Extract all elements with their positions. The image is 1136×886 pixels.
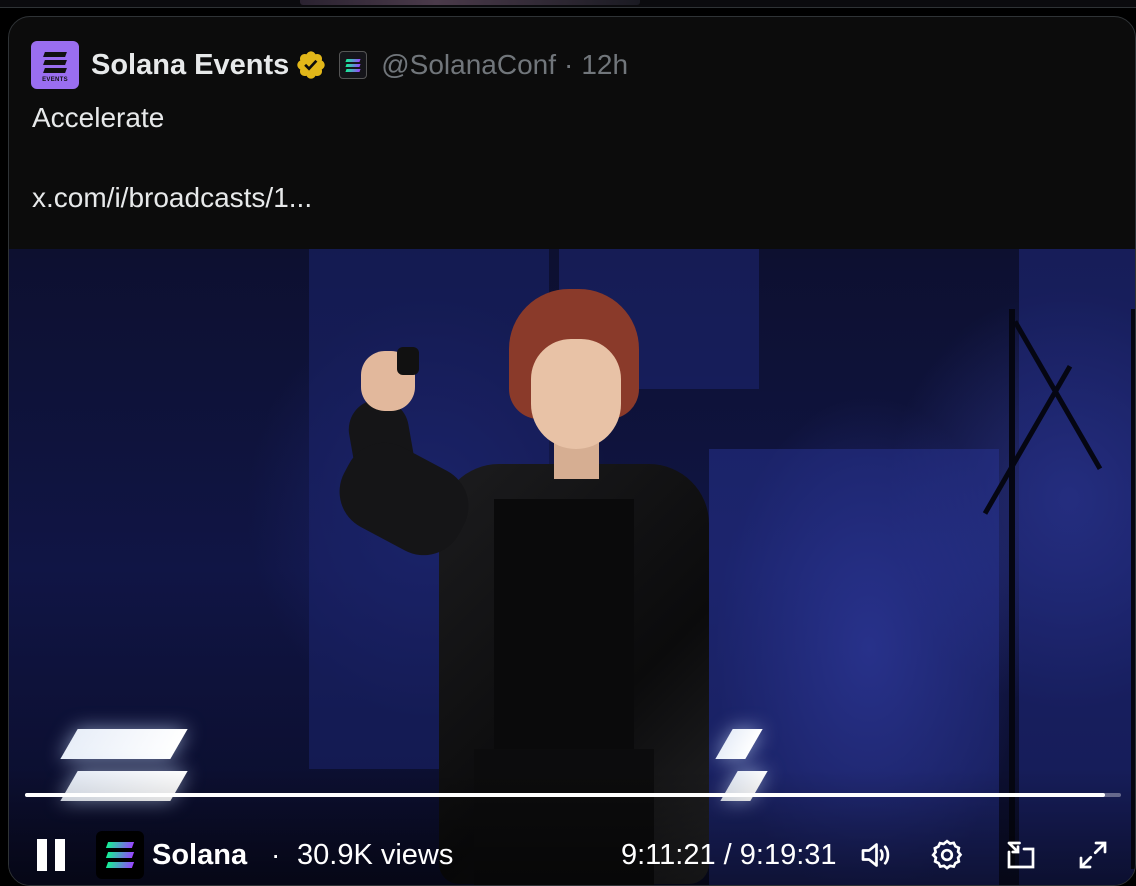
avatar[interactable]: EVENTS bbox=[31, 41, 79, 89]
post-card[interactable]: EVENTS Solana Events @SolanaConf · 12h A… bbox=[8, 16, 1136, 886]
player-controls: Solana · 30.9K views 9:11:21 / 9:19:31 bbox=[9, 827, 1135, 883]
broadcast-link[interactable]: x.com/i/broadcasts/1... bbox=[32, 181, 312, 215]
video-player[interactable]: Solana · 30.9K views 9:11:21 / 9:19:31 bbox=[9, 249, 1135, 885]
pause-icon[interactable] bbox=[37, 839, 69, 871]
channel-name[interactable]: Solana bbox=[152, 839, 247, 872]
progress-bar[interactable] bbox=[25, 793, 1121, 797]
previous-post-media bbox=[300, 0, 640, 5]
stage-logo-stripe bbox=[60, 729, 188, 759]
display-name[interactable]: Solana Events bbox=[91, 49, 289, 82]
solana-affiliate-icon[interactable] bbox=[339, 51, 368, 79]
avatar-caption: EVENTS bbox=[42, 77, 68, 83]
timecode: 9:11:21 / 9:19:31 bbox=[621, 839, 837, 871]
picture-in-picture-icon[interactable] bbox=[1003, 837, 1039, 873]
separator-dot: · bbox=[271, 839, 281, 870]
gear-icon[interactable] bbox=[929, 837, 965, 873]
post-text: Accelerate bbox=[32, 102, 165, 133]
post-header: EVENTS Solana Events @SolanaConf · 12h bbox=[31, 41, 628, 89]
volume-icon[interactable] bbox=[857, 837, 893, 873]
handle[interactable]: @SolanaConf bbox=[381, 49, 556, 81]
previous-post-edge bbox=[0, 0, 1136, 8]
post-time[interactable]: 12h bbox=[581, 49, 628, 81]
fullscreen-icon[interactable] bbox=[1075, 837, 1111, 873]
view-count: 30.9K views bbox=[297, 839, 454, 871]
separator-dot: · bbox=[564, 49, 574, 80]
channel-avatar[interactable] bbox=[96, 831, 144, 879]
progress-fill bbox=[25, 793, 1105, 797]
verified-badge-icon[interactable] bbox=[295, 49, 327, 81]
